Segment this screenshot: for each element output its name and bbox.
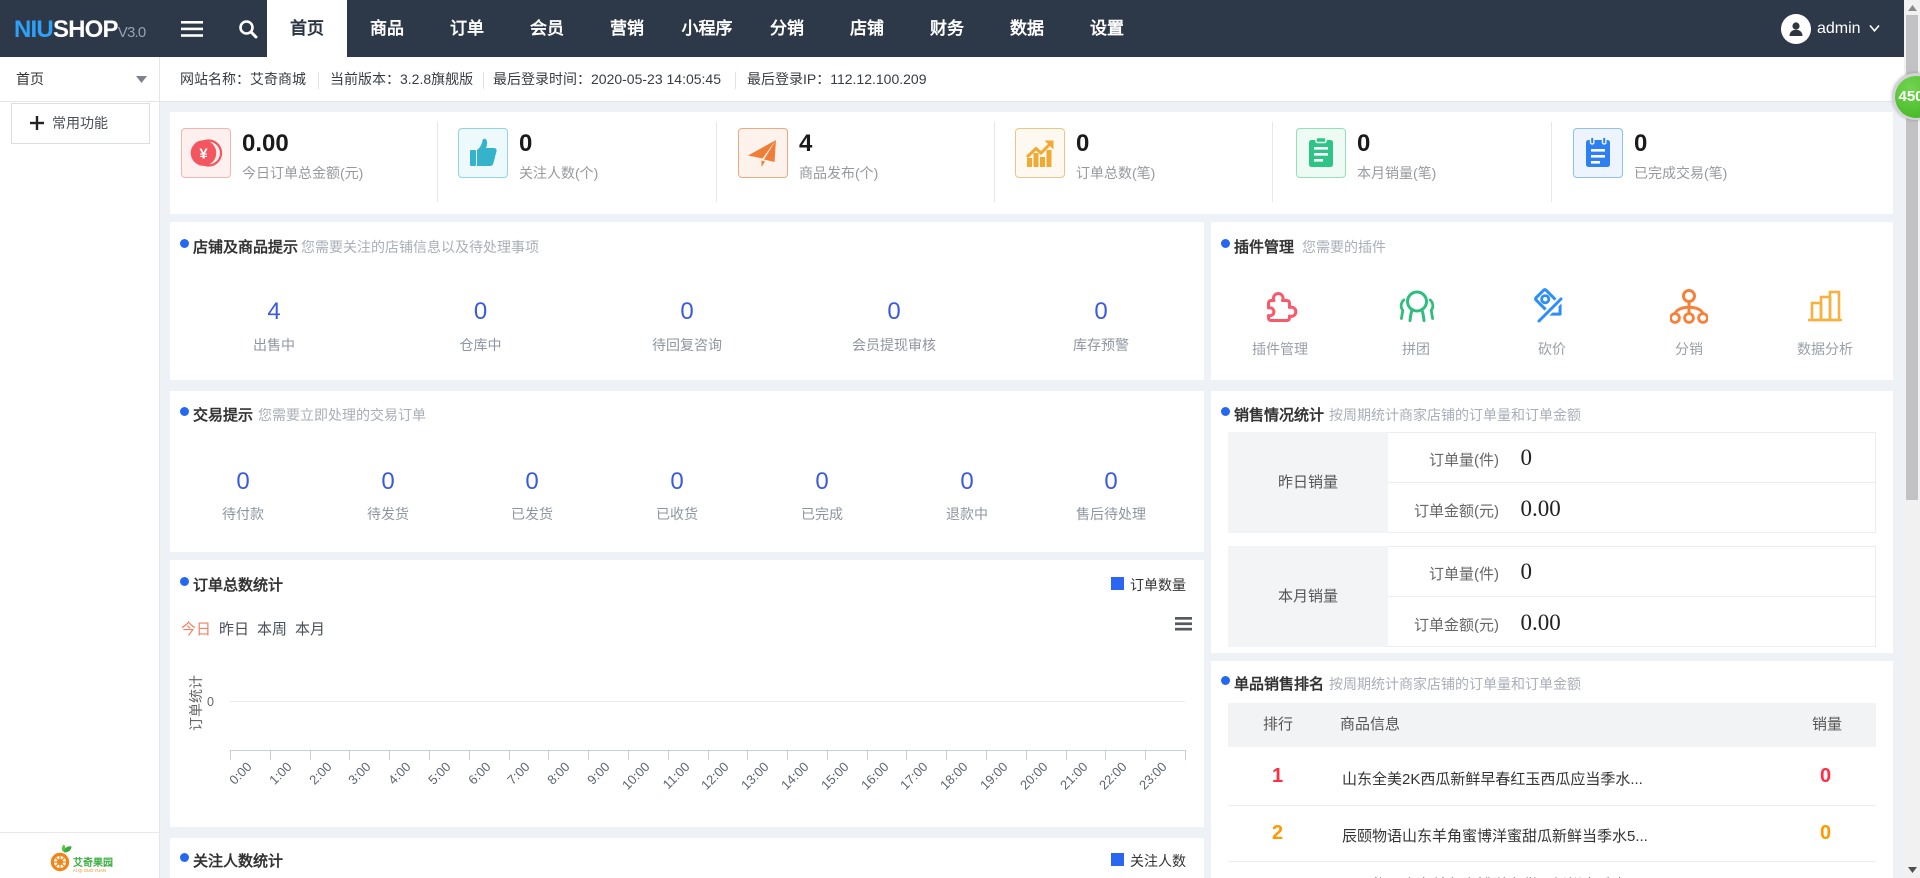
svg-text:AI QI GUO YUAN: AI QI GUO YUAN (73, 868, 106, 873)
svg-text:¥: ¥ (199, 146, 208, 163)
